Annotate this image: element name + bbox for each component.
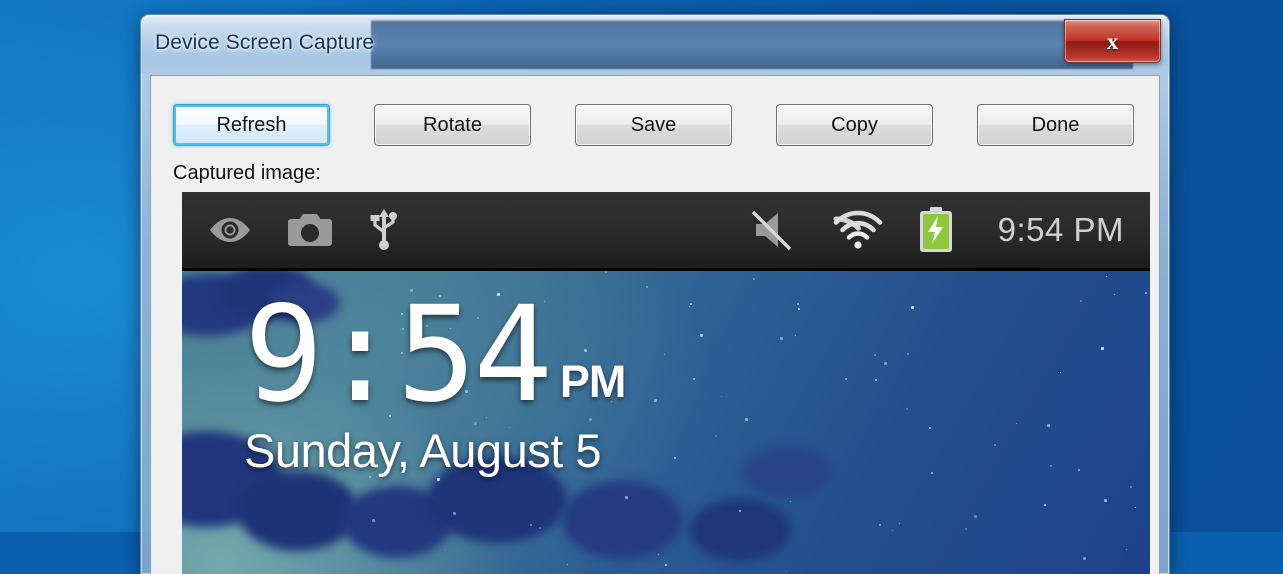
wallpaper-cloud: [690, 499, 790, 561]
wallpaper-star: [453, 512, 457, 516]
captured-device-screenshot[interactable]: 9:54 PM 9:54 PM Sunday, August 5: [182, 192, 1150, 574]
wallpaper-star: [929, 426, 932, 429]
wallpaper-star: [1144, 291, 1147, 294]
android-status-bar: 9:54 PM: [182, 192, 1150, 271]
close-button[interactable]: x: [1064, 19, 1161, 63]
wallpaper-star: [911, 306, 914, 310]
speaker-mute-icon: [751, 210, 791, 251]
titlebar-reflection: [371, 19, 1133, 69]
captured-image-label: Captured image:: [173, 162, 321, 184]
wallpaper-star: [1046, 423, 1050, 427]
wallpaper-star: [1114, 293, 1116, 295]
wallpaper-star: [605, 271, 608, 274]
wallpaper-star: [664, 354, 666, 356]
wallpaper-star: [844, 378, 847, 381]
wifi-icon: [833, 210, 882, 249]
clock-widget-time-row: 9:54 PM: [244, 278, 626, 432]
wallpaper-star: [1015, 423, 1017, 425]
done-button-label: Done: [1031, 113, 1080, 136]
wallpaper-star: [567, 563, 569, 565]
save-button[interactable]: Save: [575, 104, 732, 146]
wallpaper-star: [873, 353, 876, 356]
wallpaper-star: [444, 550, 446, 552]
wallpaper-star: [693, 377, 696, 380]
battery-charging-icon: [919, 207, 952, 252]
status-bar-clock: 9:54 PM: [997, 211, 1124, 248]
wallpaper-star: [878, 524, 881, 527]
wallpaper-star: [1100, 347, 1104, 351]
refresh-button-label: Refresh: [216, 113, 287, 136]
wallpaper-star: [690, 302, 693, 305]
wallpaper-star: [654, 398, 658, 402]
wallpaper-star: [664, 564, 667, 567]
eye-icon: [210, 218, 250, 242]
wallpaper-star: [625, 495, 629, 499]
close-icon: x: [1106, 28, 1119, 54]
wallpaper-star: [891, 529, 893, 531]
wallpaper-star: [1135, 506, 1137, 508]
wallpaper-star: [898, 522, 900, 524]
wallpaper-star: [1105, 276, 1107, 278]
wallpaper-star: [796, 302, 799, 305]
clock-widget[interactable]: 9:54 PM Sunday, August 5: [244, 278, 626, 478]
wallpaper-star: [673, 457, 676, 460]
window-client-area: Refresh Rotate Save Copy Done Captured i…: [150, 75, 1160, 574]
rotate-button[interactable]: Rotate: [374, 104, 531, 146]
wallpaper-star: [436, 478, 440, 482]
wallpaper-star: [714, 434, 717, 437]
device-screen-capture-window: Device Screen Capture x Refresh Rotate S…: [140, 14, 1170, 574]
camera-icon: [288, 214, 332, 246]
wallpaper-cloud: [238, 471, 358, 551]
android-home-wallpaper: 9:54 PM Sunday, August 5: [182, 271, 1150, 574]
refresh-button[interactable]: Refresh: [173, 104, 330, 146]
wallpaper-star: [1103, 499, 1107, 503]
clock-widget-ampm: PM: [559, 355, 626, 407]
wallpaper-star: [1125, 548, 1127, 550]
window-title: Device Screen Capture: [155, 31, 375, 54]
done-button[interactable]: Done: [977, 104, 1134, 146]
wallpaper-star: [931, 471, 933, 474]
wallpaper-star: [1044, 504, 1047, 507]
wallpaper-star: [973, 514, 977, 518]
wallpaper-star: [1083, 556, 1087, 560]
wallpaper-star: [1077, 468, 1080, 471]
wallpaper-star: [752, 277, 755, 280]
wallpaper-star: [797, 307, 800, 310]
wallpaper-star: [721, 396, 723, 398]
wallpaper-star: [1050, 465, 1053, 468]
usb-icon: [370, 209, 397, 250]
wallpaper-star: [874, 378, 877, 381]
save-button-label: Save: [630, 113, 677, 136]
wallpaper-star: [789, 501, 791, 503]
wallpaper-star: [780, 337, 784, 341]
clock-widget-date: Sunday, August 5: [244, 424, 601, 478]
wallpaper-star: [1130, 486, 1133, 489]
wallpaper-cloud: [742, 446, 832, 498]
wallpaper-star: [794, 334, 796, 336]
wallpaper-star: [689, 305, 691, 307]
wallpaper-star: [993, 443, 996, 446]
wallpaper-star: [745, 418, 749, 422]
copy-button-label: Copy: [831, 113, 878, 136]
wallpaper-star: [700, 333, 704, 337]
wallpaper-star: [906, 353, 909, 356]
wallpaper-star: [884, 362, 888, 365]
wallpaper-star: [905, 407, 908, 410]
wallpaper-star: [786, 570, 788, 572]
status-bar-right-icons: 9:54 PM: [750, 207, 1124, 253]
status-bar-left-icons: [207, 208, 401, 252]
clock-widget-time: 9:54: [244, 278, 553, 432]
wallpaper-cloud: [562, 481, 682, 559]
copy-button[interactable]: Copy: [776, 104, 933, 146]
rotate-button-label: Rotate: [423, 113, 482, 136]
wallpaper-star: [1080, 299, 1083, 302]
toolbar: Refresh Rotate Save Copy Done: [173, 104, 1134, 146]
wallpaper-star: [645, 286, 648, 289]
wallpaper-star: [1060, 372, 1062, 374]
wallpaper-star: [658, 553, 660, 555]
wallpaper-star: [964, 527, 967, 530]
